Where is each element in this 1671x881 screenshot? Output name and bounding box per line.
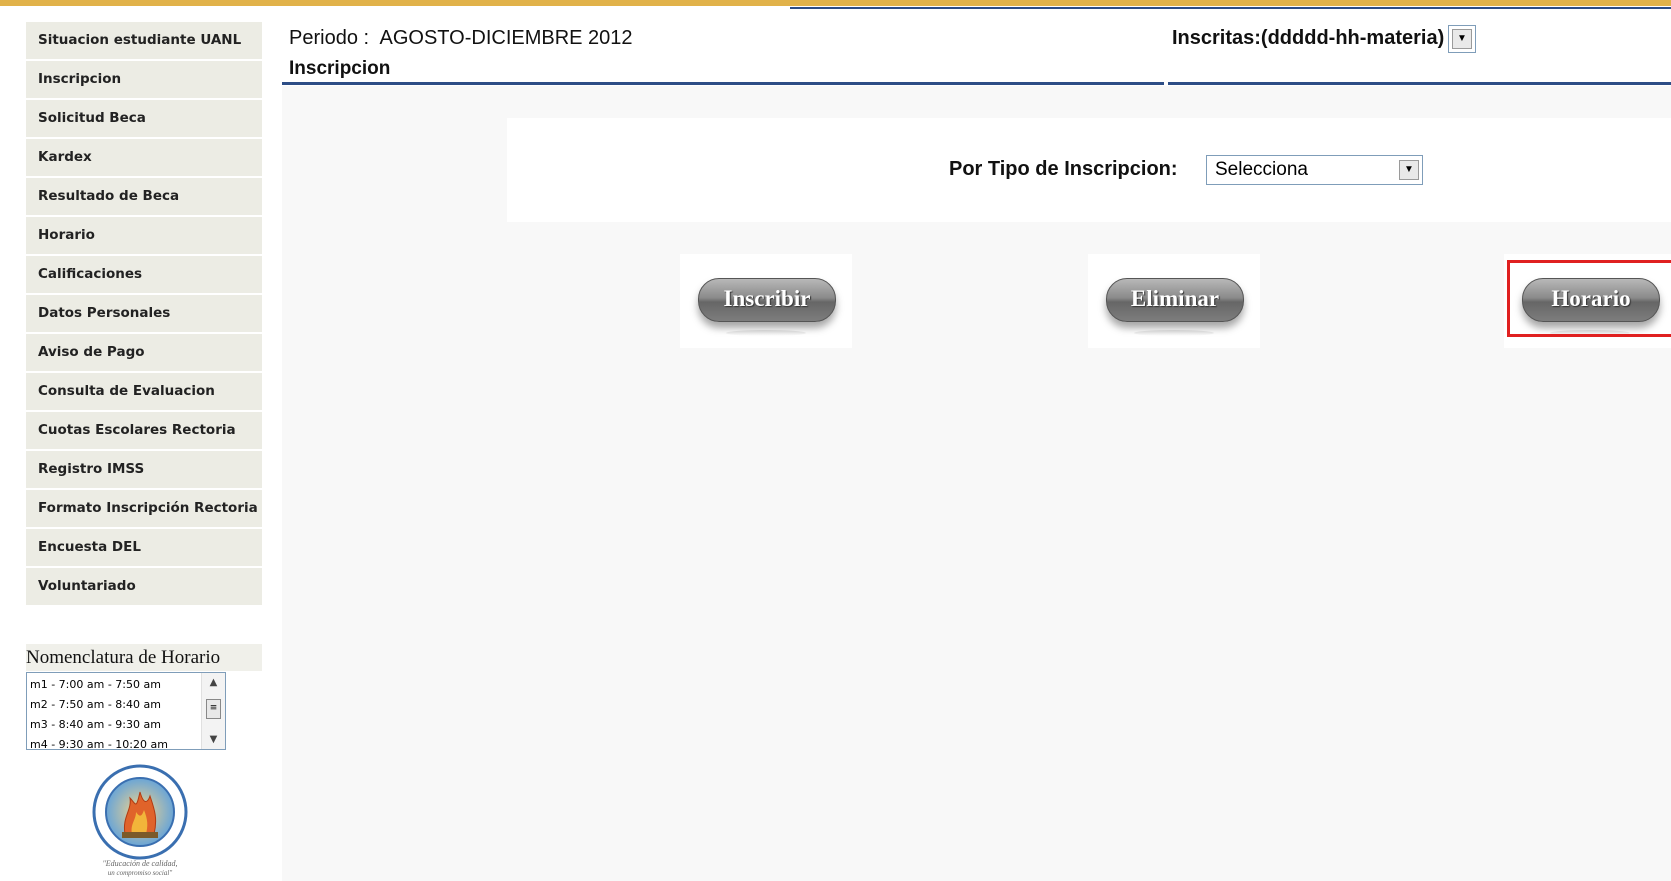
tipo-inscripcion-label: Por Tipo de Inscripcion:: [949, 158, 1178, 180]
inscritas-label: Inscritas:(ddddd-hh-materia): [1172, 27, 1445, 49]
sidebar-item-cuotas-escolares[interactable]: Cuotas Escolares Rectoria: [26, 412, 262, 451]
sidebar-item-situacion[interactable]: Situacion estudiante UANL: [26, 22, 262, 61]
header-divider-right: [1168, 82, 1671, 85]
sidebar-item-encuesta-del[interactable]: Encuesta DEL: [26, 529, 262, 568]
list-item[interactable]: m1 - 7:00 am - 7:50 am: [30, 675, 222, 695]
listbox-scrollbar[interactable]: ▲ ≡ ▼: [201, 673, 225, 749]
button-reflection: [1134, 330, 1214, 336]
chevron-down-icon[interactable]: ▼: [1452, 29, 1472, 49]
svg-text:un compromiso social": un compromiso social": [108, 869, 173, 877]
inscribir-button[interactable]: Inscribir: [698, 278, 836, 322]
svg-text:"Educación de calidad,: "Educación de calidad,: [102, 859, 177, 868]
chevron-down-icon[interactable]: ▼: [1399, 160, 1419, 180]
top-accent-bar-right: [790, 0, 1671, 9]
list-item[interactable]: m2 - 7:50 am - 8:40 am: [30, 695, 222, 715]
tipo-inscripcion-select[interactable]: Selecciona ▼: [1206, 155, 1423, 185]
inscribir-card: Inscribir: [680, 254, 852, 348]
sidebar-item-voluntariado[interactable]: Voluntariado: [26, 568, 262, 607]
sidebar-item-registro-imss[interactable]: Registro IMSS: [26, 451, 262, 490]
list-item[interactable]: m3 - 8:40 am - 9:30 am: [30, 715, 222, 735]
sidebar-item-consulta-evaluacion[interactable]: Consulta de Evaluacion: [26, 373, 262, 412]
scroll-down-icon[interactable]: ▼: [202, 734, 225, 745]
tipo-inscripcion-value: Selecciona: [1215, 159, 1308, 180]
top-accent-bar: [0, 0, 790, 6]
sidebar-item-datos-personales[interactable]: Datos Personales: [26, 295, 262, 334]
highlight-box: [1507, 260, 1671, 337]
sidebar-item-formato-inscripcion[interactable]: Formato Inscripción Rectoria: [26, 490, 262, 529]
sidebar-nav: Situacion estudiante UANL Inscripcion So…: [26, 22, 262, 607]
eliminar-card: Eliminar: [1088, 254, 1260, 348]
sidebar-item-kardex[interactable]: Kardex: [26, 139, 262, 178]
uanl-seal-logo: "Educación de calidad, un compromiso soc…: [92, 764, 188, 877]
nomenclatura-panel: Nomenclatura de Horario m1 - 7:00 am - 7…: [26, 644, 262, 751]
sidebar-item-calificaciones[interactable]: Calificaciones: [26, 256, 262, 295]
header-divider: [282, 82, 1164, 85]
sidebar-item-horario[interactable]: Horario: [26, 217, 262, 256]
periodo-label: Periodo :: [289, 27, 370, 49]
sidebar-item-aviso-pago[interactable]: Aviso de Pago: [26, 334, 262, 373]
periodo-value: AGOSTO-DICIEMBRE 2012: [379, 27, 633, 49]
sidebar-item-resultado-beca[interactable]: Resultado de Beca: [26, 178, 262, 217]
page-title: Inscripcion: [289, 58, 391, 79]
scroll-thumb[interactable]: ≡: [206, 699, 221, 719]
list-item[interactable]: m4 - 9:30 am - 10:20 am: [30, 735, 222, 755]
nomenclatura-listbox[interactable]: m1 - 7:00 am - 7:50 am m2 - 7:50 am - 8:…: [26, 672, 226, 751]
periodo-line: Periodo : AGOSTO-DICIEMBRE 2012: [289, 27, 633, 50]
nomenclatura-title: Nomenclatura de Horario: [26, 644, 262, 671]
scroll-up-icon[interactable]: ▲: [202, 677, 225, 688]
sidebar-item-inscripcion[interactable]: Inscripcion: [26, 61, 262, 100]
sidebar-item-solicitud-beca[interactable]: Solicitud Beca: [26, 100, 262, 139]
eliminar-button[interactable]: Eliminar: [1106, 278, 1244, 322]
inscritas-select[interactable]: ▼: [1448, 25, 1476, 53]
button-reflection: [726, 330, 806, 336]
